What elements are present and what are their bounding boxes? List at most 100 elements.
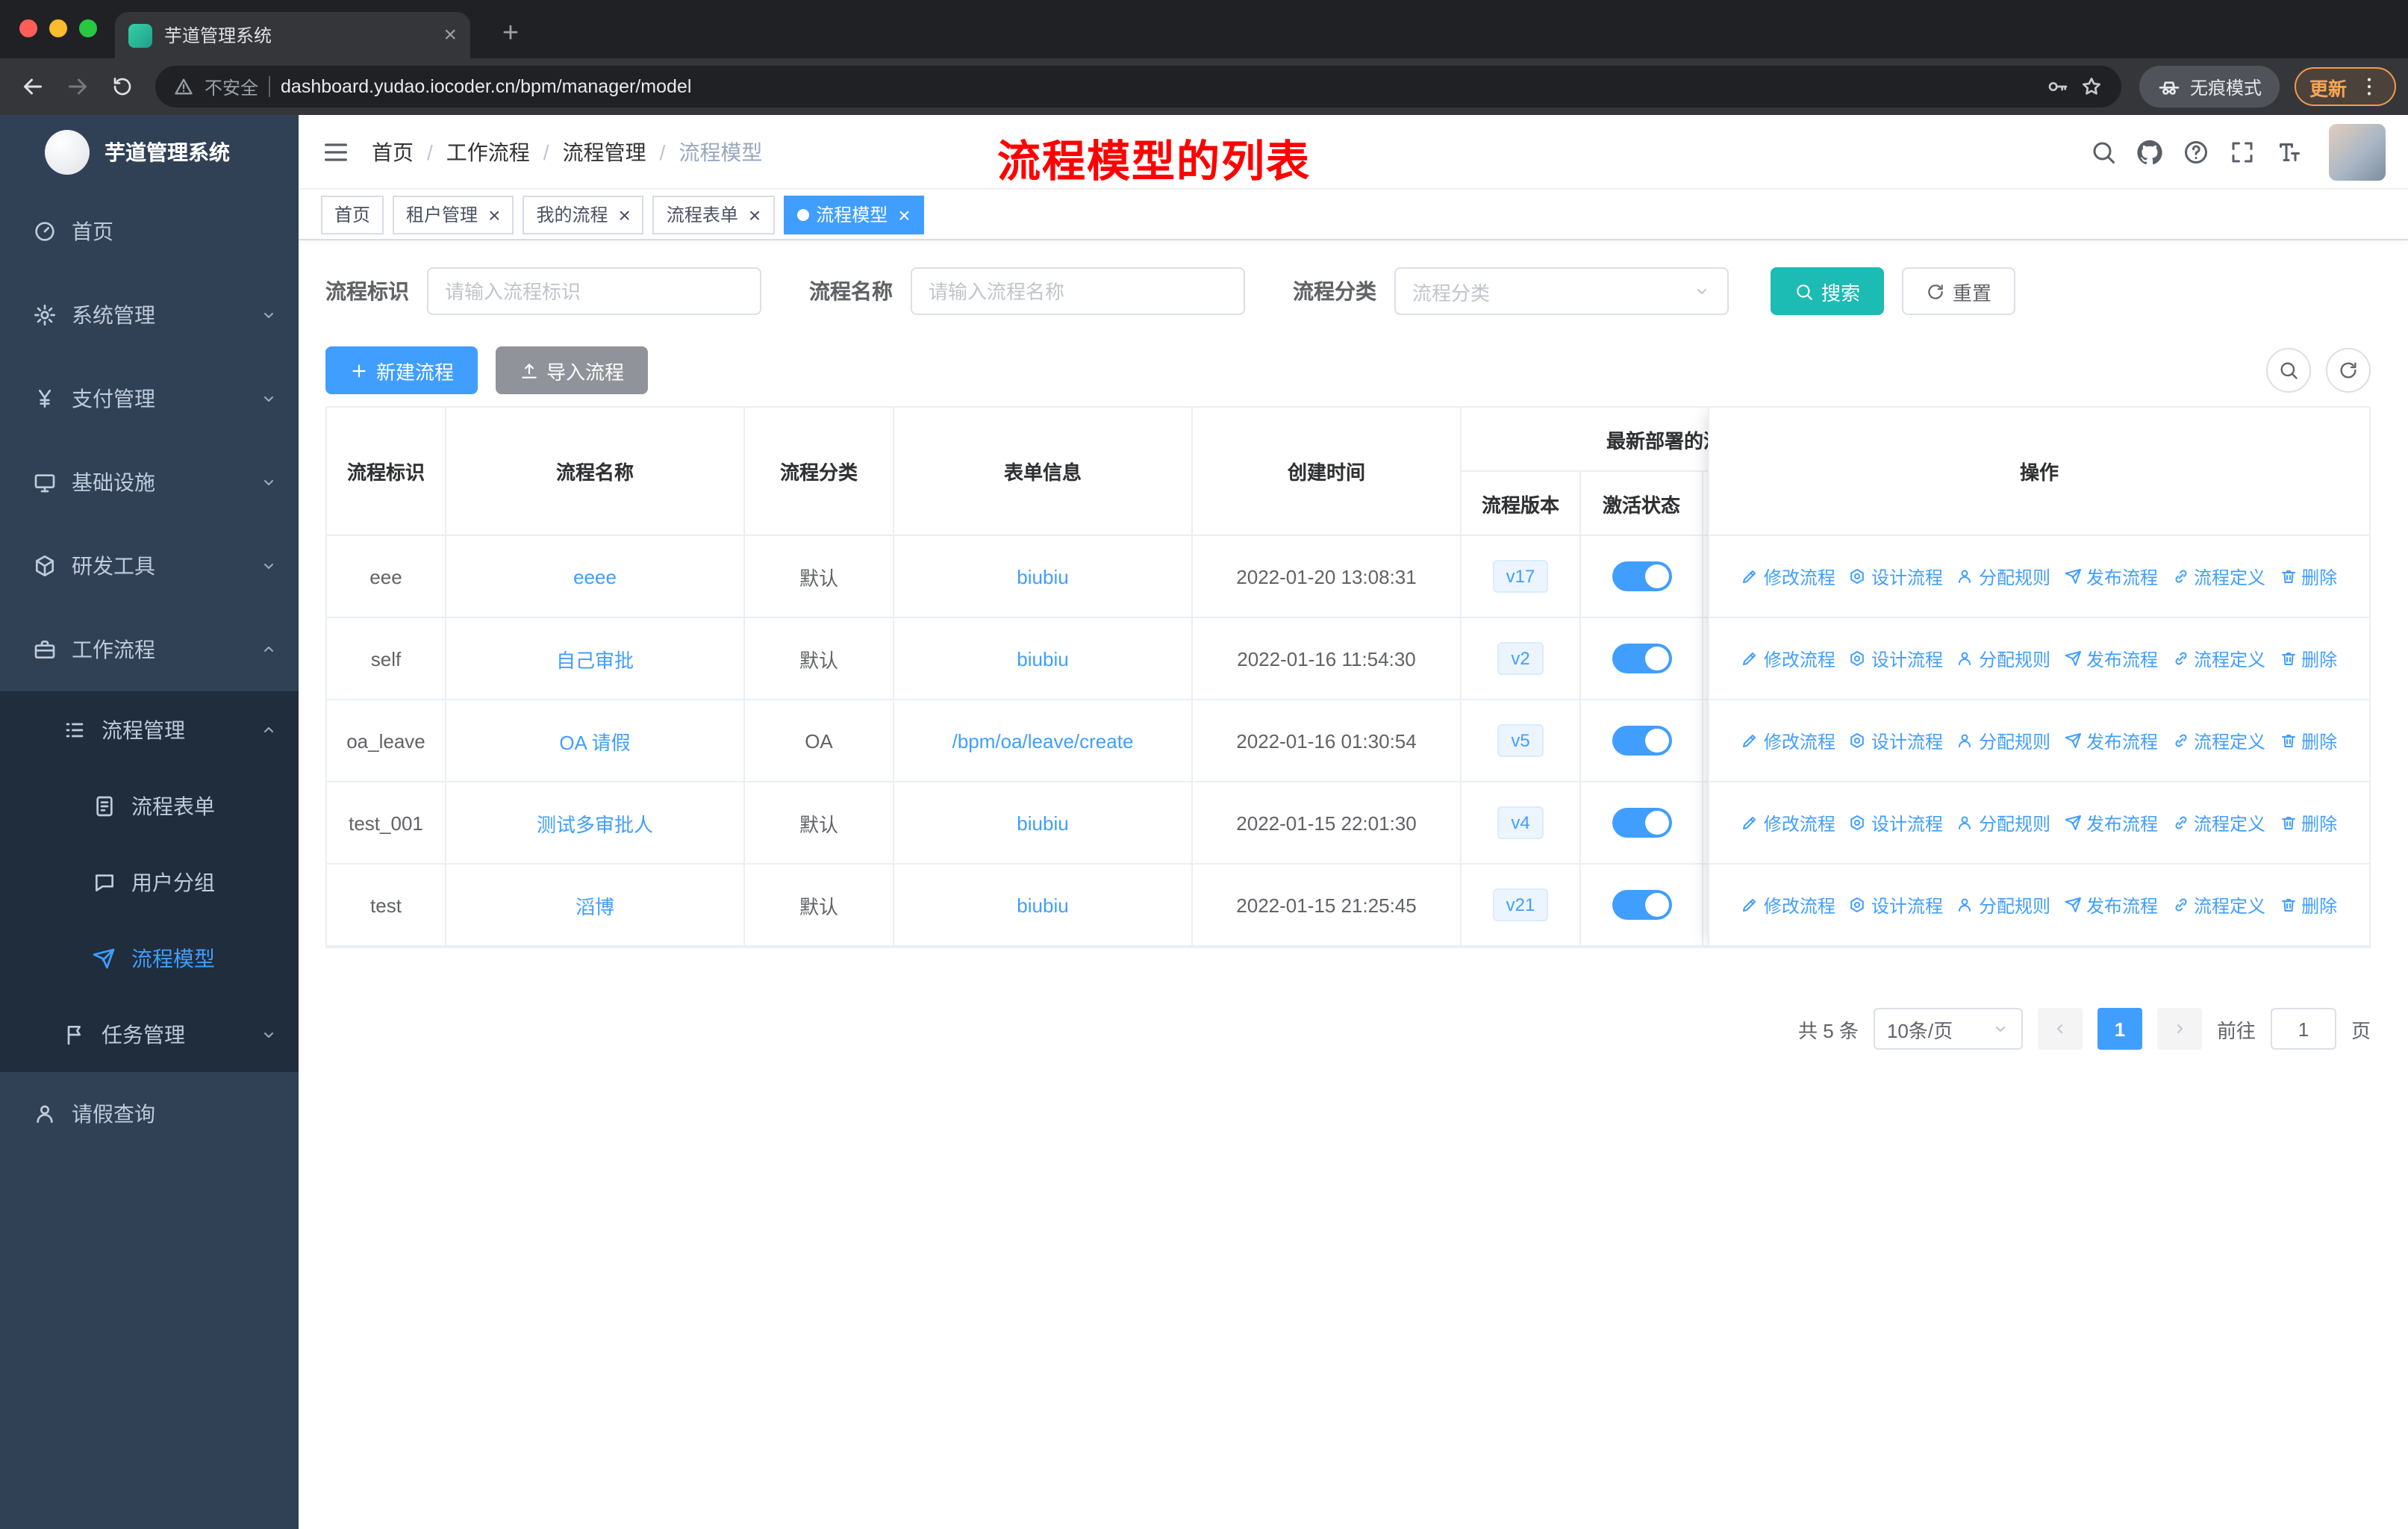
form-info-link[interactable]: biubiu [1017,565,1068,588]
minimize-window-button[interactable] [49,19,67,37]
action-assign-link[interactable]: 分配规则 [1956,646,2050,671]
page-size-select[interactable]: 10条/页 [1873,1008,2023,1050]
action-edit-link[interactable]: 修改流程 [1741,646,1835,671]
action-assign-link[interactable]: 分配规则 [1956,728,2050,753]
breadcrumb-workflow[interactable]: 工作流程 [446,137,530,166]
breadcrumb-home[interactable]: 首页 [372,137,414,166]
action-delete-link[interactable]: 删除 [2279,646,2337,671]
sidebar-item-workflow[interactable]: 工作流程 [0,608,299,691]
active-toggle[interactable] [1612,561,1671,591]
action-assign-link[interactable]: 分配规则 [1956,892,2050,918]
category-select[interactable]: 流程分类 [1394,267,1729,315]
process-name-link[interactable]: 测试多审批人 [537,813,653,835]
reset-button[interactable]: 重置 [1902,267,2016,315]
bookmark-star-icon[interactable] [2080,75,2103,99]
action-edit-link[interactable]: 修改流程 [1741,564,1835,589]
sidebar-item-devtools[interactable]: 研发工具 [0,524,299,608]
action-design-link[interactable]: 设计流程 [1849,728,1943,753]
breadcrumb-process-management[interactable]: 流程管理 [563,137,646,166]
refresh-table-button[interactable] [2326,348,2371,393]
sidebar-logo[interactable]: 芋道管理系统 [0,115,299,190]
sidebar-item-task-management[interactable]: 任务管理 [0,996,299,1072]
action-assign-link[interactable]: 分配规则 [1956,564,2050,589]
active-toggle[interactable] [1612,890,1671,920]
new-tab-button[interactable]: + [490,13,531,55]
header-search-icon[interactable] [2090,138,2117,165]
sidebar-item-payment[interactable]: 支付管理 [0,357,299,440]
form-info-link[interactable]: /bpm/oa/leave/create [952,729,1134,752]
action-definition-link[interactable]: 流程定义 [2171,892,2265,918]
action-edit-link[interactable]: 修改流程 [1741,892,1835,918]
hamburger-icon[interactable] [321,137,351,166]
form-info-link[interactable]: biubiu [1017,894,1068,916]
action-design-link[interactable]: 设计流程 [1849,564,1943,589]
create-process-button[interactable]: 新建流程 [325,346,478,394]
tag-process-form[interactable]: 流程表单 × [652,195,775,234]
tag-close-icon[interactable]: × [488,204,500,225]
font-size-icon[interactable] [2275,138,2302,165]
browser-tab[interactable]: 芋道管理系统 × [115,12,470,58]
import-process-button[interactable]: 导入流程 [496,346,649,394]
process-name-link[interactable]: 自己审批 [556,649,634,671]
sidebar-item-process-management[interactable]: 流程管理 [0,691,299,767]
sidebar-item-leave-query[interactable]: 请假查询 [0,1072,299,1156]
form-info-link[interactable]: biubiu [1017,812,1068,834]
action-delete-link[interactable]: 删除 [2279,564,2337,589]
sidebar-item-process-model[interactable]: 流程模型 [0,920,299,996]
action-design-link[interactable]: 设计流程 [1849,646,1943,671]
reload-icon[interactable] [110,75,134,99]
action-delete-link[interactable]: 删除 [2279,892,2337,918]
process-name-input[interactable] [911,267,1245,315]
toggle-search-button[interactable] [2266,348,2311,393]
action-delete-link[interactable]: 删除 [2279,728,2337,753]
active-toggle[interactable] [1612,808,1671,838]
process-name-link[interactable]: 滔博 [576,895,614,918]
prev-page-button[interactable] [2037,1008,2083,1050]
process-name-link[interactable]: OA 请假 [559,731,630,753]
action-definition-link[interactable]: 流程定义 [2171,810,2265,835]
active-toggle[interactable] [1612,644,1671,673]
action-publish-link[interactable]: 发布流程 [2064,564,2158,589]
close-window-button[interactable] [19,19,37,37]
action-definition-link[interactable]: 流程定义 [2171,646,2265,671]
forward-icon[interactable] [64,73,91,100]
process-name-link[interactable]: eeee [573,565,617,588]
action-publish-link[interactable]: 发布流程 [2064,728,2158,753]
goto-page-input[interactable] [2270,1008,2336,1050]
browser-update-button[interactable]: 更新 [2294,67,2396,106]
action-publish-link[interactable]: 发布流程 [2064,646,2158,671]
page-1-button[interactable]: 1 [2097,1008,2142,1050]
help-icon[interactable] [2183,138,2209,165]
sidebar-item-home[interactable]: 首页 [0,190,299,273]
action-design-link[interactable]: 设计流程 [1849,892,1943,918]
tag-close-icon[interactable]: × [749,204,761,225]
back-icon[interactable] [19,73,46,100]
tag-close-icon[interactable]: × [618,204,630,225]
sidebar-item-system[interactable]: 系统管理 [0,273,299,357]
fullscreen-icon[interactable] [2229,138,2256,165]
tag-close-icon[interactable]: × [898,204,910,225]
tag-my-process[interactable]: 我的流程 × [523,195,644,234]
tag-home[interactable]: 首页 [321,195,384,234]
sidebar-item-infrastructure[interactable]: 基础设施 [0,440,299,524]
address-bar[interactable]: 不安全 dashboard.yudao.iocoder.cn/bpm/manag… [155,66,2121,108]
sidebar-item-user-group[interactable]: 用户分组 [0,844,299,920]
tab-close-icon[interactable]: × [443,24,457,46]
action-definition-link[interactable]: 流程定义 [2171,728,2265,753]
form-info-link[interactable]: biubiu [1017,647,1068,670]
next-page-button[interactable] [2156,1008,2202,1050]
process-key-input[interactable] [427,267,761,315]
action-delete-link[interactable]: 删除 [2279,810,2337,835]
action-publish-link[interactable]: 发布流程 [2064,810,2158,835]
search-button[interactable]: 搜索 [1771,267,1885,315]
sidebar-item-process-form[interactable]: 流程表单 [0,767,299,844]
action-definition-link[interactable]: 流程定义 [2171,564,2265,589]
action-edit-link[interactable]: 修改流程 [1741,810,1835,835]
browser-menu-icon[interactable] [2357,75,2381,99]
active-toggle[interactable] [1612,726,1671,756]
user-avatar[interactable] [2329,123,2386,180]
tag-process-model[interactable]: 流程模型 × [783,195,924,234]
action-assign-link[interactable]: 分配规则 [1956,810,2050,835]
github-icon[interactable] [2136,138,2163,165]
action-design-link[interactable]: 设计流程 [1849,810,1943,835]
